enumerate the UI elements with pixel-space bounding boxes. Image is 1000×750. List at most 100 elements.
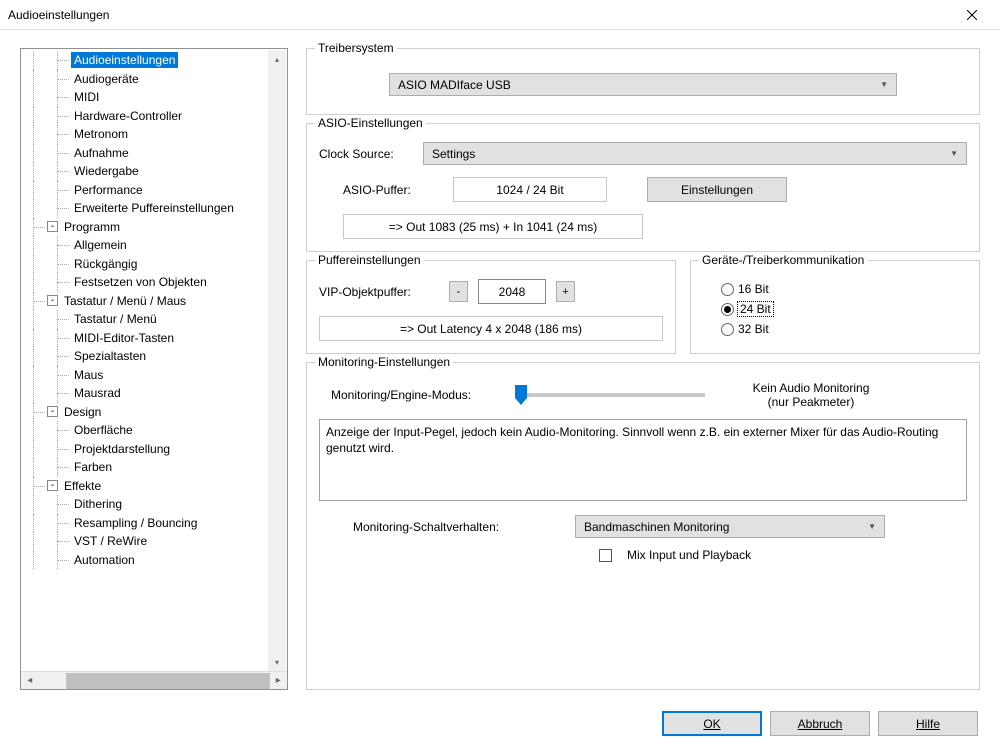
tree-item-label: Maus: [71, 367, 106, 383]
buffer-decrease-button[interactable]: -: [449, 281, 468, 302]
asio-settings-button[interactable]: Einstellungen: [647, 177, 787, 202]
tree-item[interactable]: Automation: [21, 551, 287, 570]
tree-item-label: Wiedergabe: [71, 163, 142, 179]
buffer-settings-group: Puffereinstellungen VIP-Objektpuffer: - …: [306, 260, 676, 354]
tree-item[interactable]: -Design: [21, 403, 287, 422]
tree-item-label: Rückgängig: [71, 256, 140, 272]
close-button[interactable]: [952, 1, 992, 29]
tree-item[interactable]: Farben: [21, 458, 287, 477]
bit-24-label: 24 Bit: [738, 302, 773, 316]
cancel-button[interactable]: Abbruch: [770, 711, 870, 736]
buffer-latency-display: => Out Latency 4 x 2048 (186 ms): [319, 316, 663, 341]
bit-16-label: 16 Bit: [738, 282, 769, 296]
ok-button[interactable]: OK: [662, 711, 762, 736]
tree-item[interactable]: MIDI: [21, 88, 287, 107]
bit-32-radio[interactable]: 32 Bit: [703, 319, 967, 339]
tree-item-label: Effekte: [61, 478, 104, 494]
bit-24-radio[interactable]: 24 Bit: [703, 299, 967, 319]
tree-item-label: Allgemein: [71, 237, 130, 253]
tree-item[interactable]: Maus: [21, 366, 287, 385]
tree-item[interactable]: Audioeinstellungen: [21, 51, 287, 70]
tree-item[interactable]: Wiedergabe: [21, 162, 287, 181]
collapse-icon[interactable]: -: [47, 480, 58, 491]
monitoring-mode-text2: (nur Peakmeter): [721, 395, 901, 409]
window-title: Audioeinstellungen: [8, 8, 109, 22]
clock-source-value: Settings: [432, 147, 475, 161]
tree-item[interactable]: Rückgängig: [21, 255, 287, 274]
tree-item[interactable]: Resampling / Bouncing: [21, 514, 287, 533]
help-button[interactable]: Hilfe: [878, 711, 978, 736]
monitoring-switch-select[interactable]: Bandmaschinen Monitoring ▼: [575, 515, 885, 538]
tree-item[interactable]: Dithering: [21, 495, 287, 514]
slider-thumb-icon[interactable]: [515, 385, 527, 405]
tree-item[interactable]: Erweiterte Puffereinstellungen: [21, 199, 287, 218]
tree-item[interactable]: -Programm: [21, 218, 287, 237]
tree-item-label: Festsetzen von Objekten: [71, 274, 210, 290]
tree-item-label: Farben: [71, 459, 115, 475]
bit-16-radio[interactable]: 16 Bit: [703, 279, 967, 299]
chevron-down-icon: ▼: [868, 522, 876, 531]
tree-item-label: Hardware-Controller: [71, 108, 185, 124]
tree-item[interactable]: Hardware-Controller: [21, 107, 287, 126]
monitoring-mode-slider[interactable]: [515, 393, 705, 397]
monitoring-mode-label: Monitoring/Engine-Modus:: [319, 388, 499, 402]
tree-item[interactable]: Mausrad: [21, 384, 287, 403]
mix-input-checkbox[interactable]: [599, 549, 612, 562]
tree-item-label: Audioeinstellungen: [71, 52, 178, 68]
group-legend: Monitoring-Einstellungen: [315, 355, 453, 369]
tree-item[interactable]: VST / ReWire: [21, 532, 287, 551]
tree-item[interactable]: Aufnahme: [21, 144, 287, 163]
tree-item-label: Resampling / Bouncing: [71, 515, 200, 531]
scroll-up-arrow-icon[interactable]: ▴: [268, 50, 286, 68]
tree-item-label: Oberfläche: [71, 422, 136, 438]
vip-buffer-value[interactable]: 2048: [478, 279, 546, 304]
scroll-left-arrow-icon[interactable]: ◂: [21, 672, 38, 690]
tree-item[interactable]: Tastatur / Menü: [21, 310, 287, 329]
tree-item-label: Erweiterte Puffereinstellungen: [71, 200, 237, 216]
dialog-footer: OK Abbruch Hilfe: [662, 711, 978, 736]
nav-tree[interactable]: Audioeinstellungen AudiogeräteMIDIHardwar…: [20, 48, 288, 690]
tree-item[interactable]: Performance: [21, 181, 287, 200]
scroll-down-arrow-icon[interactable]: ▾: [268, 653, 286, 671]
tree-item[interactable]: Allgemein: [21, 236, 287, 255]
mix-input-label: Mix Input und Playback: [627, 548, 751, 562]
tree-item-label: Tastatur / Menü: [71, 311, 160, 327]
driver-select-value: ASIO MADIface USB: [398, 78, 511, 92]
radio-icon: [721, 323, 734, 336]
tree-item[interactable]: Metronom: [21, 125, 287, 144]
tree-item[interactable]: Projektdarstellung: [21, 440, 287, 459]
tree-item[interactable]: -Tastatur / Menü / Maus: [21, 292, 287, 311]
clock-source-select[interactable]: Settings ▼: [423, 142, 967, 165]
tree-item-label: Projektdarstellung: [71, 441, 173, 457]
driver-system-group: Treibersystem ASIO MADIface USB ▼: [306, 48, 980, 115]
tree-item-label: Spezialtasten: [71, 348, 149, 364]
tree-item[interactable]: Oberfläche: [21, 421, 287, 440]
tree-item-label: Automation: [71, 552, 138, 568]
tree-item[interactable]: Spezialtasten: [21, 347, 287, 366]
radio-icon: [721, 283, 734, 296]
tree-item-label: Performance: [71, 182, 146, 198]
scroll-right-arrow-icon[interactable]: ▸: [270, 672, 287, 690]
tree-item-label: Tastatur / Menü / Maus: [61, 293, 189, 309]
chevron-down-icon: ▼: [880, 80, 888, 89]
titlebar: Audioeinstellungen: [0, 0, 1000, 30]
monitoring-settings-group: Monitoring-Einstellungen Monitoring/Engi…: [306, 362, 980, 690]
tree-item[interactable]: Audiogeräte: [21, 70, 287, 89]
driver-select[interactable]: ASIO MADIface USB ▼: [389, 73, 897, 96]
scroll-thumb[interactable]: [66, 673, 269, 689]
tree-item[interactable]: Festsetzen von Objekten: [21, 273, 287, 292]
group-legend: Geräte-/Treiberkommunikation: [699, 253, 867, 267]
tree-horizontal-scrollbar[interactable]: ◂ ▸: [21, 671, 287, 689]
tree-vertical-scrollbar[interactable]: ▴ ▾: [268, 50, 286, 671]
buffer-increase-button[interactable]: +: [556, 281, 575, 302]
collapse-icon[interactable]: -: [47, 406, 58, 417]
tree-item-label: Metronom: [71, 126, 131, 142]
asio-settings-group: ASIO-Einstellungen Clock Source: Setting…: [306, 123, 980, 252]
tree-item[interactable]: -Effekte: [21, 477, 287, 496]
tree-item-label: Dithering: [71, 496, 125, 512]
tree-item-label: Mausrad: [71, 385, 124, 401]
collapse-icon[interactable]: -: [47, 295, 58, 306]
group-legend: Puffereinstellungen: [315, 253, 424, 267]
collapse-icon[interactable]: -: [47, 221, 58, 232]
tree-item[interactable]: MIDI-Editor-Tasten: [21, 329, 287, 348]
